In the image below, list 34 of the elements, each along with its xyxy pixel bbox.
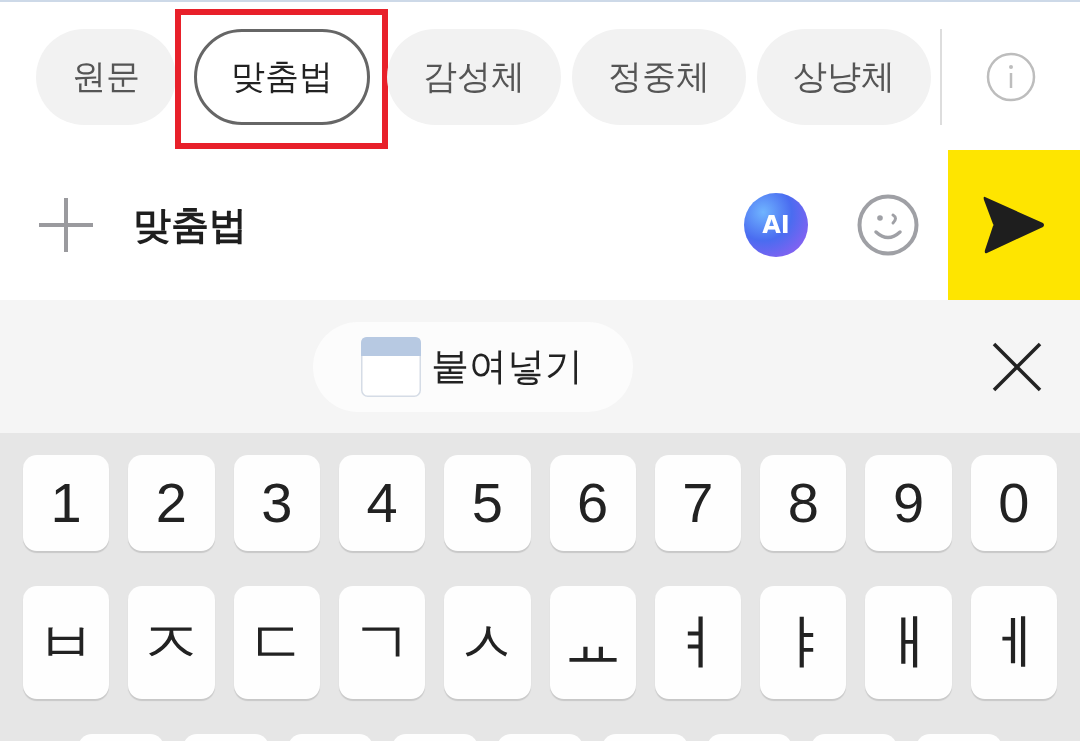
keyboard-key[interactable]: 9 <box>865 455 952 551</box>
close-icon[interactable] <box>992 341 1042 392</box>
keyboard-key[interactable]: ㅑ <box>760 586 847 699</box>
style-chip[interactable]: 감성체 <box>387 29 561 125</box>
style-chip[interactable]: 정중체 <box>572 29 746 125</box>
info-icon[interactable] <box>986 52 1036 102</box>
keyboard-key[interactable]: 1 <box>23 455 110 551</box>
keyboard-key[interactable]: 4 <box>338 455 426 551</box>
send-button[interactable] <box>948 150 1080 300</box>
style-chip[interactable]: 원문 <box>36 29 176 125</box>
style-chip[interactable]: 맞춤법 <box>194 29 370 125</box>
style-chip[interactable]: 상냥체 <box>757 29 931 125</box>
keyboard-key[interactable]: ㅈ <box>128 586 215 699</box>
plus-icon[interactable] <box>39 198 93 252</box>
keyboard-key[interactable]: ㅛ <box>549 586 636 699</box>
keyboard-key[interactable]: 7 <box>654 455 742 551</box>
keyboard-key[interactable]: ㅕ <box>654 586 742 699</box>
message-input[interactable]: 맞춤법 <box>133 190 724 260</box>
keyboard-key[interactable]: ㅅ <box>444 586 531 699</box>
keyboard-key[interactable]: ㅂ <box>23 586 110 699</box>
keyboard-key[interactable]: 2 <box>128 455 215 551</box>
keyboard-key[interactable]: ㅔ <box>970 586 1057 699</box>
keyboard-key[interactable]: 6 <box>549 455 636 551</box>
keyboard-key[interactable]: ㅐ <box>865 586 952 699</box>
smiley-icon[interactable] <box>857 194 919 256</box>
clipboard-thumbnail-icon <box>361 336 421 397</box>
paste-button[interactable]: 붙여넣기 <box>313 321 633 412</box>
keyboard-key[interactable]: ㄱ <box>338 586 426 699</box>
send-icon <box>983 195 1045 255</box>
keyboard-key[interactable]: 8 <box>760 455 847 551</box>
keyboard-key[interactable]: 3 <box>233 455 320 551</box>
keyboard-key[interactable]: ㄷ <box>233 586 320 699</box>
keyboard-key[interactable]: 5 <box>444 455 531 551</box>
keyboard-key[interactable]: 0 <box>970 455 1057 551</box>
